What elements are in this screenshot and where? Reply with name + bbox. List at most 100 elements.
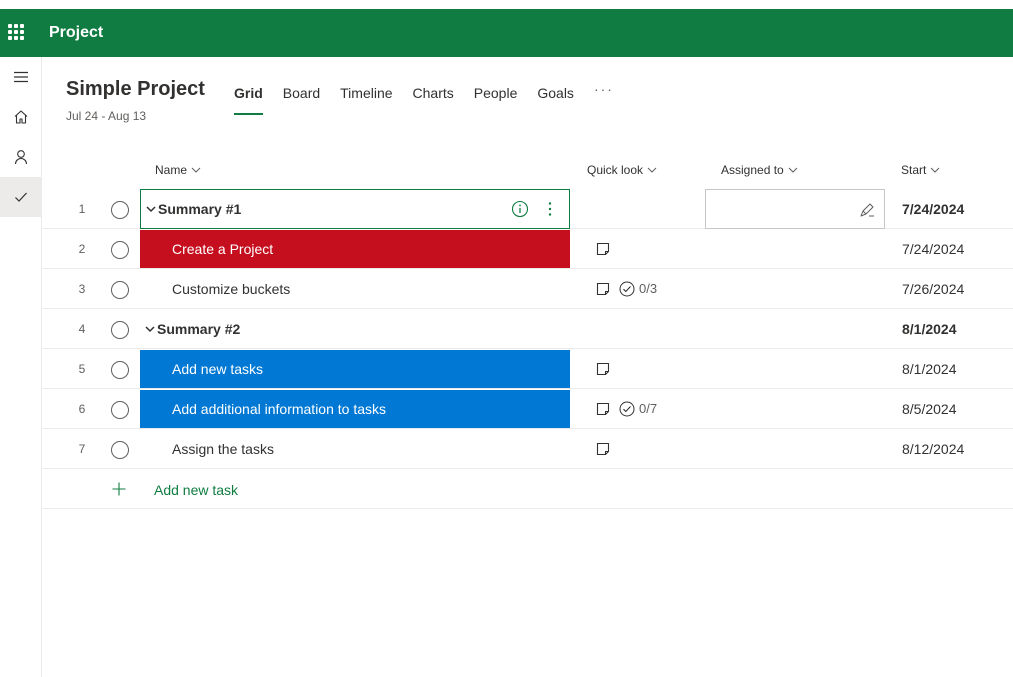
- plus-icon: [112, 482, 126, 496]
- checklist-count: 0/3: [639, 281, 658, 296]
- more-tabs-button[interactable]: ···: [594, 82, 614, 114]
- checklist-count: 0/7: [639, 401, 658, 416]
- task-name: Add new tasks: [172, 361, 264, 377]
- my-tasks-button[interactable]: [0, 177, 41, 217]
- table-row[interactable]: 2 Create a Project 7/24/2024: [42, 229, 1013, 269]
- chevron-down-icon[interactable]: [145, 324, 155, 334]
- info-icon[interactable]: [511, 200, 529, 218]
- assign-input[interactable]: [705, 189, 885, 229]
- start-date[interactable]: 7/26/2024: [902, 281, 964, 297]
- tab-board[interactable]: Board: [283, 84, 320, 116]
- task-name: Customize buckets: [172, 281, 291, 297]
- note-icon: [596, 362, 610, 376]
- chevron-down-icon: [788, 167, 798, 173]
- start-date[interactable]: 8/1/2024: [902, 361, 957, 377]
- checkmark-icon: [14, 192, 27, 202]
- add-new-task-label: Add new task: [154, 482, 239, 498]
- waffle-icon[interactable]: [8, 24, 26, 42]
- quick-look[interactable]: 0/3: [595, 281, 657, 297]
- complete-task-button[interactable]: [111, 441, 129, 459]
- task-name-cell[interactable]: Add new tasks: [140, 350, 570, 388]
- table-row[interactable]: 4 Summary #2 8/1/2024: [42, 309, 1013, 349]
- start-date[interactable]: 8/12/2024: [902, 441, 964, 457]
- quick-look[interactable]: [595, 441, 611, 457]
- chevron-down-icon: [191, 167, 201, 173]
- tab-grid[interactable]: Grid: [234, 84, 263, 116]
- complete-task-button[interactable]: [111, 241, 129, 259]
- column-header-quick-look-label: Quick look: [587, 163, 644, 177]
- checklist-icon: [619, 281, 635, 297]
- tab-charts[interactable]: Charts: [413, 84, 454, 116]
- quick-look[interactable]: [595, 361, 611, 377]
- quick-look[interactable]: 0/7: [595, 401, 657, 417]
- task-name-cell[interactable]: Add additional information to tasks: [140, 390, 570, 428]
- tab-goals[interactable]: Goals: [537, 84, 574, 116]
- task-name-cell[interactable]: Customize buckets: [140, 270, 570, 308]
- view-tabs: Grid Board Timeline Charts People Goals …: [234, 82, 614, 116]
- complete-task-button[interactable]: [111, 401, 129, 419]
- row-number: 3: [78, 282, 86, 296]
- table-row[interactable]: 6 Add additional information to tasks 0/…: [42, 389, 1013, 429]
- chevron-down-icon[interactable]: [146, 204, 156, 214]
- home-icon: [14, 110, 27, 124]
- complete-task-button[interactable]: [111, 281, 129, 299]
- row-number: 2: [78, 242, 86, 256]
- people-button[interactable]: [0, 137, 41, 177]
- task-name-cell[interactable]: Summary #2: [140, 310, 570, 348]
- task-name: Create a Project: [172, 241, 274, 257]
- row-number: 5: [78, 362, 86, 376]
- hamburger-icon: [13, 71, 28, 83]
- assign-icon: [860, 203, 874, 217]
- row-number: 6: [78, 402, 86, 416]
- task-name-cell[interactable]: Create a Project: [140, 230, 570, 268]
- column-header-quick-look[interactable]: Quick look: [587, 162, 657, 178]
- task-name: Add additional information to tasks: [172, 401, 387, 417]
- row-number: 7: [78, 442, 86, 456]
- column-header-name-label: Name: [155, 163, 188, 177]
- more-vertical-icon[interactable]: [541, 200, 559, 218]
- note-icon: [596, 282, 610, 296]
- table-row[interactable]: 1 Summary #1 7/24/2024: [42, 189, 1013, 229]
- complete-task-button[interactable]: [111, 361, 129, 379]
- note-icon: [596, 402, 610, 416]
- task-name: Summary #2: [157, 321, 241, 337]
- note-icon: [596, 242, 610, 256]
- checklist-icon: [619, 401, 635, 417]
- task-name-cell[interactable]: Summary #1: [140, 189, 570, 229]
- person-icon: [14, 150, 27, 165]
- table-row[interactable]: 3 Customize buckets 0/3 7/26/2024: [42, 269, 1013, 309]
- start-date[interactable]: 8/5/2024: [902, 401, 957, 417]
- tab-timeline[interactable]: Timeline: [340, 84, 392, 116]
- complete-task-button[interactable]: [111, 201, 129, 219]
- chevron-down-icon: [647, 167, 657, 173]
- start-date[interactable]: 7/24/2024: [902, 201, 964, 217]
- task-name: Assign the tasks: [172, 441, 274, 457]
- app-title[interactable]: Project: [49, 23, 103, 43]
- start-date[interactable]: 7/24/2024: [902, 241, 964, 257]
- complete-task-button[interactable]: [111, 321, 129, 339]
- app-header: Project: [0, 9, 1013, 57]
- project-dates: Jul 24 - Aug 13: [66, 109, 147, 123]
- window-top-strip: [0, 0, 1013, 9]
- left-rail: [0, 57, 42, 677]
- column-header-start-label: Start: [901, 163, 927, 177]
- tab-people[interactable]: People: [474, 84, 518, 116]
- project-title[interactable]: Simple Project: [66, 77, 205, 101]
- quick-look[interactable]: [595, 241, 611, 257]
- home-button[interactable]: [0, 97, 41, 137]
- table-row[interactable]: 7 Assign the tasks 8/12/2024: [42, 429, 1013, 469]
- note-icon: [596, 442, 610, 456]
- task-name-cell[interactable]: Assign the tasks: [140, 430, 570, 468]
- task-name: Summary #1: [158, 201, 242, 217]
- column-header-assigned-to[interactable]: Assigned to: [721, 162, 798, 178]
- start-date[interactable]: 8/1/2024: [902, 321, 957, 337]
- add-new-task-button[interactable]: Add new task: [42, 469, 1013, 509]
- table-row[interactable]: 5 Add new tasks 8/1/2024: [42, 349, 1013, 389]
- column-header-start[interactable]: Start: [901, 162, 940, 178]
- menu-button[interactable]: [0, 57, 41, 97]
- row-number: 1: [78, 202, 86, 216]
- column-header-name[interactable]: Name: [155, 162, 201, 178]
- row-number: 4: [78, 322, 86, 336]
- cell-actions: [511, 200, 559, 218]
- column-header-assigned-to-label: Assigned to: [721, 163, 784, 177]
